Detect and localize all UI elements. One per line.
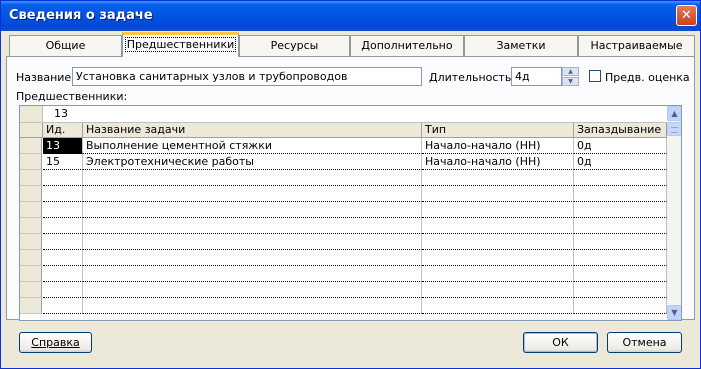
table-cell-lag[interactable] [574,170,667,186]
title-bar[interactable]: Сведения о задаче ✕ [1,1,700,31]
table-cell-type[interactable] [422,202,574,218]
table-cell-id[interactable] [43,250,83,266]
table-cell-name[interactable] [83,170,422,186]
table-cell-lag[interactable] [574,202,667,218]
tab-notes[interactable]: Заметки [464,35,578,56]
row-header[interactable] [20,250,42,266]
column-header-task-name[interactable]: Название задачи [83,123,422,138]
table-cell-id[interactable]: 15 [43,154,83,170]
row-header[interactable] [20,234,42,250]
row-header[interactable] [20,298,42,314]
spin-down-icon[interactable]: ▼ [562,77,579,86]
cancel-button-label: Отмена [622,336,667,349]
name-label: Название: [16,71,75,84]
table-cell-type[interactable]: Начало-начало (НН) [422,138,574,154]
table-cell-name[interactable] [83,282,422,298]
row-header[interactable] [20,186,42,202]
table-cell-name[interactable]: Выполнение цементной стяжки [83,138,422,154]
tab-label: Заметки [496,39,546,52]
ok-button[interactable]: ОК [523,332,598,353]
table-cell-lag[interactable] [574,218,667,234]
tab-predecessors[interactable]: Предшественники [122,32,239,57]
tab-custom-fields[interactable]: Настраиваемые поля [578,35,695,71]
duration-spinner[interactable]: ▲ ▼ [562,67,579,86]
table-cell-id[interactable] [43,282,83,298]
table-cell-name[interactable] [83,202,422,218]
spin-up-icon[interactable]: ▲ [562,67,579,76]
table-cell-id[interactable] [43,266,83,282]
tab-label: Ресурсы [270,39,319,52]
table-cell-lag[interactable] [574,266,667,282]
table-cell-lag[interactable]: 0д [574,138,667,154]
estimate-label: Предв. оценка [605,71,690,84]
row-header[interactable] [20,282,42,298]
table-cell-type[interactable]: Начало-начало (НН) [422,154,574,170]
table-cell-lag[interactable] [574,250,667,266]
row-header[interactable] [20,138,42,154]
table-cell-type[interactable] [422,234,574,250]
table-cell-type[interactable] [422,186,574,202]
table-cell-name[interactable] [83,298,422,314]
row-header[interactable] [20,266,42,282]
table-cell-name[interactable]: Электротехнические работы [83,154,422,170]
cancel-button[interactable]: Отмена [607,332,682,353]
table-cell-id[interactable] [43,234,83,250]
column-header-type[interactable]: Тип [422,123,574,138]
table-cell-name[interactable] [83,250,422,266]
table-cell-id[interactable] [43,186,83,202]
edit-bar-corner [20,106,43,122]
scroll-down-icon[interactable]: ▼ [667,305,681,320]
tab-label: Общие [45,39,86,52]
row-header[interactable] [20,170,42,186]
table-cell-type[interactable] [422,282,574,298]
column-header-lag[interactable]: Запаздывание [574,123,667,138]
row-header-corner [20,123,43,138]
vertical-scrollbar[interactable]: ▲ ▼ [667,106,681,320]
table-cell-id[interactable] [43,170,83,186]
table-cell-id[interactable] [43,298,83,314]
column-header-id[interactable]: Ид. [43,123,83,138]
tab-resources[interactable]: Ресурсы [239,35,350,56]
table-cell-type[interactable] [422,250,574,266]
table-cell-type[interactable] [422,266,574,282]
table-cell-name[interactable] [83,234,422,250]
row-header[interactable] [20,154,42,170]
row-header[interactable] [20,202,42,218]
table-cell-lag[interactable]: 0д [574,154,667,170]
scroll-thumb[interactable] [667,122,681,136]
tab-advanced[interactable]: Дополнительно [350,35,464,56]
duration-label: Длительность: [429,71,516,84]
table-cell-type[interactable] [422,170,574,186]
task-info-dialog: Сведения о задаче ✕ Общие Предшественник… [0,0,701,369]
estimate-checkbox[interactable] [589,70,601,82]
table-cell-id[interactable] [43,218,83,234]
table-cell-type[interactable] [422,298,574,314]
table-cell-name[interactable] [83,266,422,282]
predecessors-label: Предшественники: [16,90,128,103]
table-cell-type[interactable] [422,218,574,234]
scroll-up-icon[interactable]: ▲ [667,106,681,121]
close-icon[interactable]: ✕ [676,5,697,26]
table-cell-name[interactable] [83,218,422,234]
dialog-title: Сведения о задаче [9,8,153,23]
cell-edit-value[interactable]: 13 [54,107,68,120]
duration-input[interactable]: 4д [511,67,562,86]
table-cell-id[interactable] [43,202,83,218]
tab-label: Предшественники [124,37,237,52]
task-name-input[interactable]: Установка санитарных узлов и трубопровод… [72,67,422,86]
predecessors-table[interactable]: 13 Ид. Название задачи Тип Запаздывание … [19,105,682,321]
table-cell-lag[interactable] [574,186,667,202]
table-cell-lag[interactable] [574,282,667,298]
tab-label: Дополнительно [361,39,453,52]
table-cell-id[interactable]: 13 [43,138,83,154]
table-cell-lag[interactable] [574,234,667,250]
help-button-label: Справка [31,336,80,349]
row-header[interactable] [20,218,42,234]
cell-edit-bar[interactable]: 13 [20,106,667,123]
ok-button-label: ОК [552,336,569,349]
help-button[interactable]: Справка [19,332,92,353]
tab-general[interactable]: Общие [9,35,122,56]
table-cell-lag[interactable] [574,298,667,314]
table-cell-name[interactable] [83,186,422,202]
